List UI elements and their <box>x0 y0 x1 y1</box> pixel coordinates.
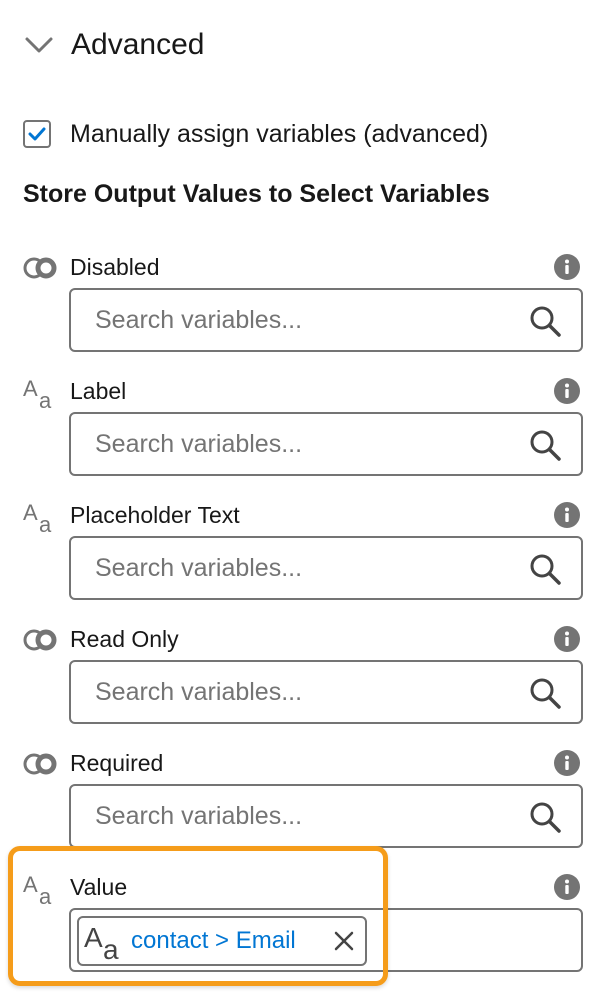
search-icon[interactable] <box>529 305 561 337</box>
search-variables-box <box>69 536 583 600</box>
svg-text:A: A <box>23 376 38 401</box>
svg-text:A: A <box>23 500 38 525</box>
text-type-icon: A a <box>23 872 52 906</box>
info-icon[interactable] <box>554 254 580 280</box>
text-type-icon: A a <box>23 500 52 534</box>
boolean-icon <box>23 753 57 775</box>
svg-text:a: a <box>39 512 52 534</box>
svg-text:A: A <box>84 922 103 953</box>
search-icon[interactable] <box>529 429 561 461</box>
chevron-down-icon <box>22 28 56 62</box>
checkmark-icon <box>28 127 46 141</box>
field-label: Required <box>70 750 164 776</box>
section-title: Advanced <box>71 28 205 61</box>
search-input[interactable] <box>95 414 515 474</box>
info-icon[interactable] <box>554 626 580 652</box>
text-type-icon: A a <box>23 376 52 410</box>
selected-variable-box[interactable]: A a contact > Email <box>69 908 583 972</box>
search-input[interactable] <box>95 538 515 598</box>
variable-pill-label[interactable]: contact > Email <box>131 927 296 955</box>
svg-text:a: a <box>103 934 119 961</box>
svg-text:A: A <box>23 872 38 897</box>
manual-assign-checkbox[interactable] <box>23 120 51 148</box>
field-label: Value <box>70 874 128 900</box>
svg-text:a: a <box>39 388 52 410</box>
search-variables-box <box>69 660 583 724</box>
search-input[interactable] <box>95 786 515 846</box>
info-icon[interactable] <box>554 750 580 776</box>
search-variables-box <box>69 412 583 476</box>
info-icon[interactable] <box>554 502 580 528</box>
variable-pill[interactable]: A a contact > Email <box>77 916 367 966</box>
field-label: Placeholder Text <box>70 502 240 528</box>
search-input[interactable] <box>95 662 515 722</box>
boolean-icon <box>23 257 57 279</box>
close-icon[interactable] <box>333 930 355 952</box>
field-label: Read Only <box>70 626 179 652</box>
info-icon[interactable] <box>554 874 580 900</box>
field-label: Label <box>70 378 127 404</box>
manual-assign-label: Manually assign variables (advanced) <box>70 119 489 148</box>
field-label: Disabled <box>70 254 160 280</box>
search-variables-box <box>69 288 583 352</box>
search-variables-box <box>69 784 583 848</box>
info-icon[interactable] <box>554 378 580 404</box>
manual-assign-row: Manually assign variables (advanced) <box>23 116 488 152</box>
advanced-section-toggle[interactable]: Advanced <box>22 22 204 68</box>
search-icon[interactable] <box>529 801 561 833</box>
boolean-icon <box>23 629 57 651</box>
search-icon[interactable] <box>529 553 561 585</box>
output-values-heading: Store Output Values to Select Variables <box>23 180 490 208</box>
search-icon[interactable] <box>529 677 561 709</box>
svg-text:a: a <box>39 884 52 906</box>
text-type-icon: A a <box>84 922 119 961</box>
search-input[interactable] <box>95 290 515 350</box>
